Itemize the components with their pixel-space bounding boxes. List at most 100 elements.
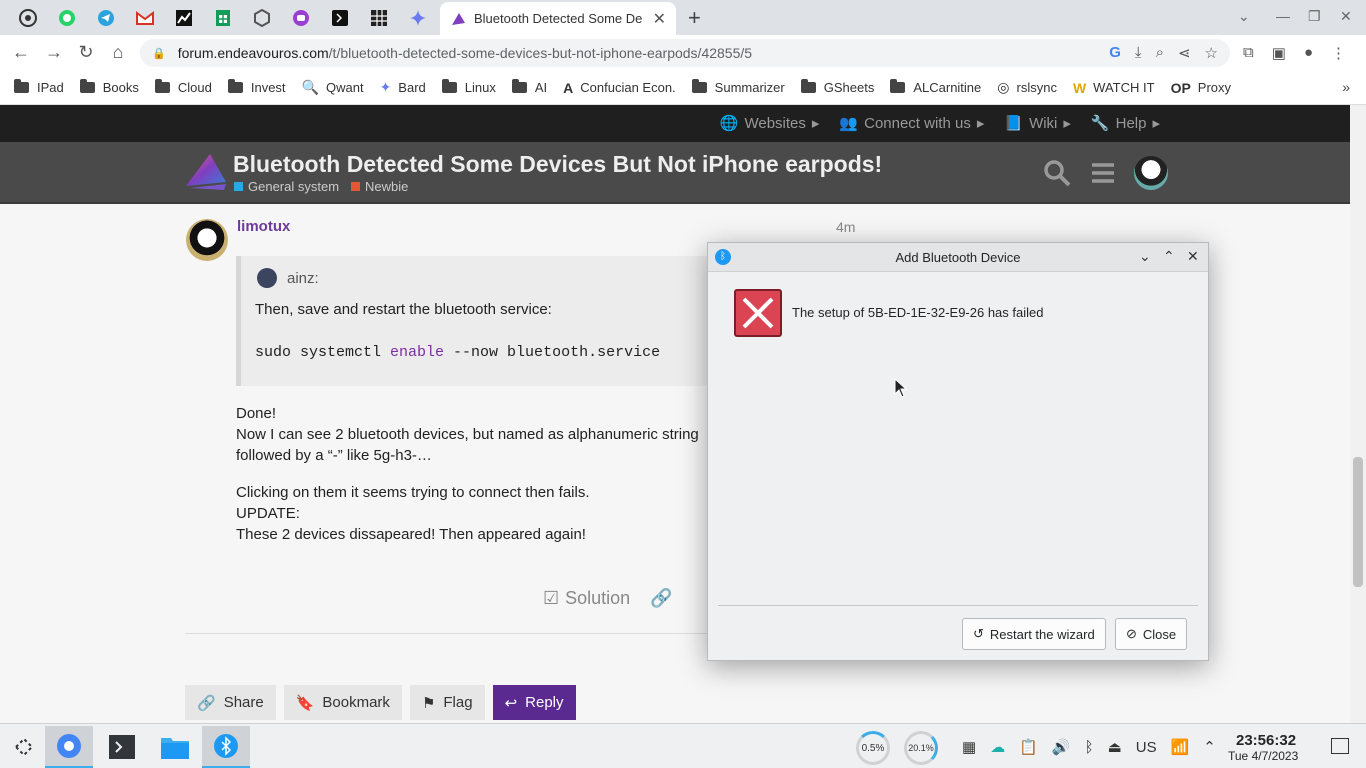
bookmark-item[interactable]: AI [511, 79, 547, 95]
gmail-icon[interactable] [133, 6, 157, 30]
window-close-button[interactable]: ✕ [1340, 8, 1352, 25]
url-bar[interactable]: 🔒 forum.endeavouros.com/t/bluetooth-dete… [140, 39, 1230, 67]
bookmark-item[interactable]: Summarizer [691, 79, 785, 95]
sheets-icon[interactable] [211, 6, 235, 30]
reply-button[interactable]: ↩ Reply [492, 685, 576, 720]
task-chrome[interactable] [45, 726, 93, 768]
google-icon[interactable]: G [1109, 44, 1121, 62]
bookmark-item[interactable]: Books [79, 79, 139, 95]
back-button[interactable]: ← [10, 42, 32, 63]
nav-wiki[interactable]: 📘 Wiki ▸ [1004, 114, 1071, 133]
sparkle-icon[interactable] [406, 6, 430, 30]
bookmark-button[interactable]: 🔖 Bookmark [283, 685, 402, 720]
clock-time[interactable]: 23:56:32 [1236, 732, 1296, 749]
chrome-icon[interactable] [16, 6, 40, 30]
bookmark-item[interactable]: ALCarnitine [890, 79, 982, 95]
bookmark-label: ALCarnitine [913, 80, 982, 95]
show-desktop-button[interactable] [1331, 738, 1349, 754]
minimize-button[interactable]: — [1276, 8, 1290, 24]
category-general-system[interactable]: General system [234, 179, 339, 194]
install-icon[interactable]: ⤓ [1135, 44, 1142, 62]
nav-websites[interactable]: 🌐 Websites ▸ [720, 114, 820, 133]
profile-icon[interactable]: ● [1304, 44, 1313, 62]
task-bluetooth[interactable] [202, 726, 250, 768]
stocks-icon[interactable] [172, 6, 196, 30]
bookmark-item[interactable]: GSheets [800, 79, 874, 95]
nav-help[interactable]: 🔧 Help ▸ [1091, 114, 1160, 133]
settings-icon[interactable] [250, 6, 274, 30]
bookmark-item[interactable]: ◎ rslsync [997, 79, 1057, 96]
grid-icon[interactable]: ▦ [962, 738, 976, 756]
dialog-close-icon[interactable]: ✕ [1187, 248, 1199, 265]
usb-icon[interactable]: ⏏ [1108, 738, 1122, 756]
task-file-manager[interactable] [151, 726, 199, 768]
extensions-icon[interactable]: ⧉ [1243, 44, 1254, 62]
sidepanel-icon[interactable]: ▣ [1272, 44, 1286, 62]
whatsapp-icon[interactable] [55, 6, 79, 30]
bookmark-item[interactable]: 🔍 Qwant [302, 79, 364, 96]
bookmark-item[interactable]: OP Proxy [1171, 80, 1231, 96]
tab-active[interactable]: Bluetooth Detected Some De ✕ [440, 2, 676, 35]
bookmark-item[interactable]: Cloud [154, 79, 212, 95]
scrollbar-thumb[interactable] [1353, 457, 1363, 587]
bookmark-item[interactable]: Invest [227, 79, 286, 95]
forum-top-nav: 🌐 Websites ▸ 👥 Connect with us ▸ 📘 Wiki ▸ 🔧… [0, 105, 1350, 142]
volume-icon[interactable]: 🔊 [1052, 738, 1071, 756]
post-username[interactable]: limotux [237, 218, 290, 235]
flag-button[interactable]: ⚑ Flag [409, 685, 485, 720]
clipboard-icon[interactable]: 📋 [1019, 738, 1038, 756]
dialog-maximize-icon[interactable]: ⌃ [1163, 248, 1175, 265]
dialog-minimize-icon[interactable]: ⌄ [1139, 248, 1151, 265]
bookmarks-overflow-icon[interactable]: » [1342, 79, 1350, 95]
zoom-icon[interactable]: ⌕ [1156, 44, 1164, 62]
star-icon[interactable]: ☆ [1205, 44, 1218, 62]
post-author-avatar[interactable] [186, 219, 228, 261]
bookmark-item[interactable]: Linux [441, 79, 496, 95]
memory-monitor[interactable]: 20.1% [904, 731, 938, 765]
close-button[interactable]: ⊘ Close [1115, 618, 1188, 650]
category-newbie[interactable]: Newbie [351, 179, 408, 194]
link-icon[interactable]: 🔗 [650, 588, 672, 609]
task-terminal[interactable] [98, 726, 146, 768]
bookmark-item[interactable]: ✦ Bard [380, 79, 426, 96]
bookmark-item[interactable]: W WATCH IT [1073, 80, 1155, 96]
keyboard-layout[interactable]: US [1136, 739, 1157, 756]
terminal-icon[interactable] [328, 6, 352, 30]
tab-search-icon[interactable]: ⌄ [1238, 8, 1250, 25]
menu-icon[interactable]: ⋮ [1331, 44, 1346, 62]
solution-button[interactable]: ☑ Solution [543, 588, 630, 609]
post-time[interactable]: 4m [836, 219, 855, 235]
app-launcher-icon[interactable] [0, 726, 48, 768]
page-scrollbar[interactable] [1350, 105, 1366, 723]
clock-date[interactable]: Tue 4/7/2023 [1228, 749, 1298, 763]
nav-wiki-label: Wiki [1029, 114, 1058, 132]
share-button[interactable]: 🔗 Share [185, 685, 276, 720]
cpu-monitor[interactable]: 0.5% [856, 731, 890, 765]
new-tab-button[interactable]: + [688, 5, 701, 31]
topic-title[interactable]: Bluetooth Detected Some Devices But Not … [233, 151, 882, 178]
nav-connect[interactable]: 👥 Connect with us ▸ [839, 114, 984, 133]
bluetooth-tray-icon[interactable]: ᛒ [1085, 739, 1094, 756]
maximize-button[interactable]: ❐ [1308, 8, 1321, 25]
hamburger-menu-icon[interactable] [1090, 161, 1116, 185]
tab-close-icon[interactable]: ✕ [653, 9, 666, 29]
ai-chat-icon[interactable] [289, 6, 313, 30]
bookmark-item[interactable]: A Confucian Econ. [563, 80, 676, 96]
telegram-icon[interactable] [94, 6, 118, 30]
code-part: sudo systemctl [255, 344, 391, 361]
wifi-icon[interactable]: 📶 [1171, 738, 1190, 756]
share-icon[interactable]: ⋖ [1178, 44, 1191, 62]
endeavouros-logo[interactable] [184, 152, 228, 192]
user-avatar[interactable] [1134, 156, 1168, 190]
restart-wizard-button[interactable]: ↺ Restart the wizard [962, 618, 1106, 650]
bookmark-item[interactable]: IPad [14, 79, 64, 95]
forward-button[interactable]: → [43, 42, 65, 63]
cloud-icon[interactable]: ☁ [990, 738, 1005, 756]
reload-button[interactable]: ↻ [75, 42, 97, 63]
tray-expand-icon[interactable]: ⌃ [1203, 738, 1216, 756]
grid-icon[interactable] [367, 6, 391, 30]
search-icon[interactable] [1042, 158, 1072, 188]
post-line: Done! [236, 405, 277, 422]
dialog-titlebar[interactable]: ᛒ Add Bluetooth Device ⌄ ⌃ ✕ [708, 243, 1208, 272]
home-button[interactable]: ⌂ [107, 42, 129, 63]
